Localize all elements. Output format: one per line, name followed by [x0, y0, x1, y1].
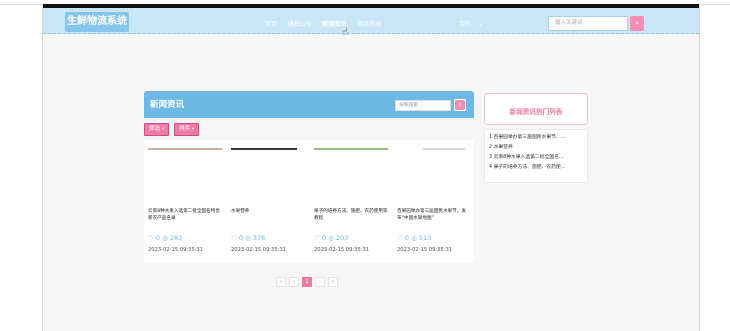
hot-list-item[interactable]: 1 百果园举办第三届国民水果节、... [489, 133, 583, 143]
hot-list: 1 百果园举办第三届国民水果节、... 2 水果营养 3 云南8种水果入选第二批… [484, 129, 588, 183]
eye-icon: ◎ [328, 234, 334, 242]
news-card-image[interactable] [231, 148, 297, 150]
news-card-stats: ♡ 0 ◎ 513 [397, 234, 431, 242]
news-search-input[interactable]: 按照搜索 [395, 100, 451, 111]
page-prev-button[interactable]: ‹ [289, 277, 299, 287]
page-next-button[interactable]: › [315, 277, 325, 287]
filter-label: 筛选 [149, 126, 161, 132]
like-count: 0 [155, 234, 161, 242]
news-card-date: 2023-02-15 09:35:31 [231, 247, 287, 253]
nav-notices[interactable]: 通知公告 [287, 19, 312, 28]
news-panel-title: 新闻资讯 [150, 100, 185, 110]
hot-list-header: 新闻资讯热门列表 [484, 93, 588, 125]
news-card-image[interactable] [423, 148, 465, 150]
mouse-cursor-icon: ☝ [342, 27, 349, 38]
hot-list-title: 新闻资讯热门列表 [509, 108, 563, 116]
caret-down-icon: ▾ [162, 127, 165, 132]
news-card[interactable]: 百果园举办第三届国民水果节，发布“中国水果地图” ♡ 0 ◎ 513 2023-… [393, 140, 475, 262]
news-card-title[interactable]: 云南8种水果入选第二批全国名特优新农产品名录 [148, 208, 224, 222]
main-nav: 首页 通知公告 新闻资讯 商品信息 [265, 19, 382, 28]
pagination: « ‹ 1 › » [276, 277, 338, 287]
view-count: 283 [169, 234, 183, 242]
page-last-button[interactable]: » [328, 277, 338, 287]
page: 生鲜物流系统 首页 通知公告 新闻资讯 商品信息 我的 ▾ 输入关键词 ⌕ ☝ 新… [43, 4, 699, 331]
news-search-button[interactable]: ⌕ [454, 99, 466, 111]
like-count: 0 [321, 234, 327, 242]
eye-icon: ◎ [245, 234, 251, 242]
search-icon: ⌕ [458, 101, 462, 108]
page-first-button[interactable]: « [276, 277, 286, 287]
nav-mine-dropdown[interactable]: 我的 ▾ [459, 19, 482, 28]
sort-label: 排序 [179, 126, 191, 132]
view-count: 513 [418, 234, 432, 242]
news-card[interactable]: 云南8种水果入选第二批全国名特优新农产品名录 ♡ 0 ◎ 283 2023-02… [144, 140, 226, 262]
news-card-title[interactable]: 百果园举办第三届国民水果节，发布“中国水果地图” [397, 208, 473, 222]
nav-home[interactable]: 首页 [265, 19, 277, 28]
news-card[interactable]: 水果营养 ♡ 0 ◎ 376 2023-02-15 09:35:31 [227, 140, 309, 262]
news-card-stats: ♡ 0 ◎ 283 [148, 234, 182, 242]
eye-icon: ◎ [162, 234, 168, 242]
chevron-down-icon: ▾ [479, 22, 482, 28]
view-count: 376 [252, 234, 266, 242]
news-card[interactable]: 果子的培养方法、施肥、农药使用等教程 ♡ 0 ◎ 203 2023-02-15 … [310, 140, 392, 262]
search-input[interactable]: 输入关键词 [548, 16, 628, 31]
filter-dropdown-button[interactable]: 筛选 ▾ [144, 123, 170, 136]
news-card-grid: 云南8种水果入选第二批全国名特优新农产品名录 ♡ 0 ◎ 283 2023-02… [144, 140, 474, 262]
search-icon: ⌕ [635, 19, 639, 27]
top-navbar: 生鲜物流系统 首页 通知公告 新闻资讯 商品信息 我的 ▾ 输入关键词 ⌕ [43, 4, 699, 34]
news-panel-header: 新闻资讯 按照搜索 ⌕ [144, 91, 474, 118]
news-card-stats: ♡ 0 ◎ 376 [231, 234, 265, 242]
like-icon: ♡ [397, 234, 403, 242]
nav-mine-label: 我的 [459, 21, 472, 28]
like-icon: ♡ [231, 234, 237, 242]
caret-down-icon: ▾ [192, 127, 195, 132]
page-number-button[interactable]: 1 [302, 277, 312, 287]
news-card-stats: ♡ 0 ◎ 203 [314, 234, 348, 242]
like-icon: ♡ [314, 234, 320, 242]
news-card-image[interactable] [148, 148, 222, 150]
hot-list-item[interactable]: 4 果子的培养方法、施肥、农药使... [489, 163, 583, 173]
nav-products[interactable]: 商品信息 [357, 19, 382, 28]
frame-right-line [699, 4, 700, 331]
view-count: 203 [335, 234, 349, 242]
like-count: 0 [404, 234, 410, 242]
hot-list-item[interactable]: 2 水果营养 [489, 143, 583, 153]
hot-list-item[interactable]: 3 云南8种水果入选第二批全国名... [489, 153, 583, 163]
like-icon: ♡ [148, 234, 154, 242]
news-card-date: 2023-02-15 09:35:31 [314, 247, 370, 253]
news-card-date: 2023-02-15 09:35:31 [148, 247, 204, 253]
news-card-title[interactable]: 水果营养 [231, 208, 307, 215]
eye-icon: ◎ [411, 234, 417, 242]
search-button[interactable]: ⌕ [630, 16, 644, 31]
like-count: 0 [238, 234, 244, 242]
news-card-title[interactable]: 果子的培养方法、施肥、农药使用等教程 [314, 208, 390, 222]
site-logo[interactable]: 生鲜物流系统 [65, 12, 129, 32]
sort-dropdown-button[interactable]: 排序 ▾ [174, 123, 200, 136]
news-card-image[interactable] [314, 148, 388, 150]
news-card-date: 2023-02-15 09:35:31 [397, 247, 453, 253]
